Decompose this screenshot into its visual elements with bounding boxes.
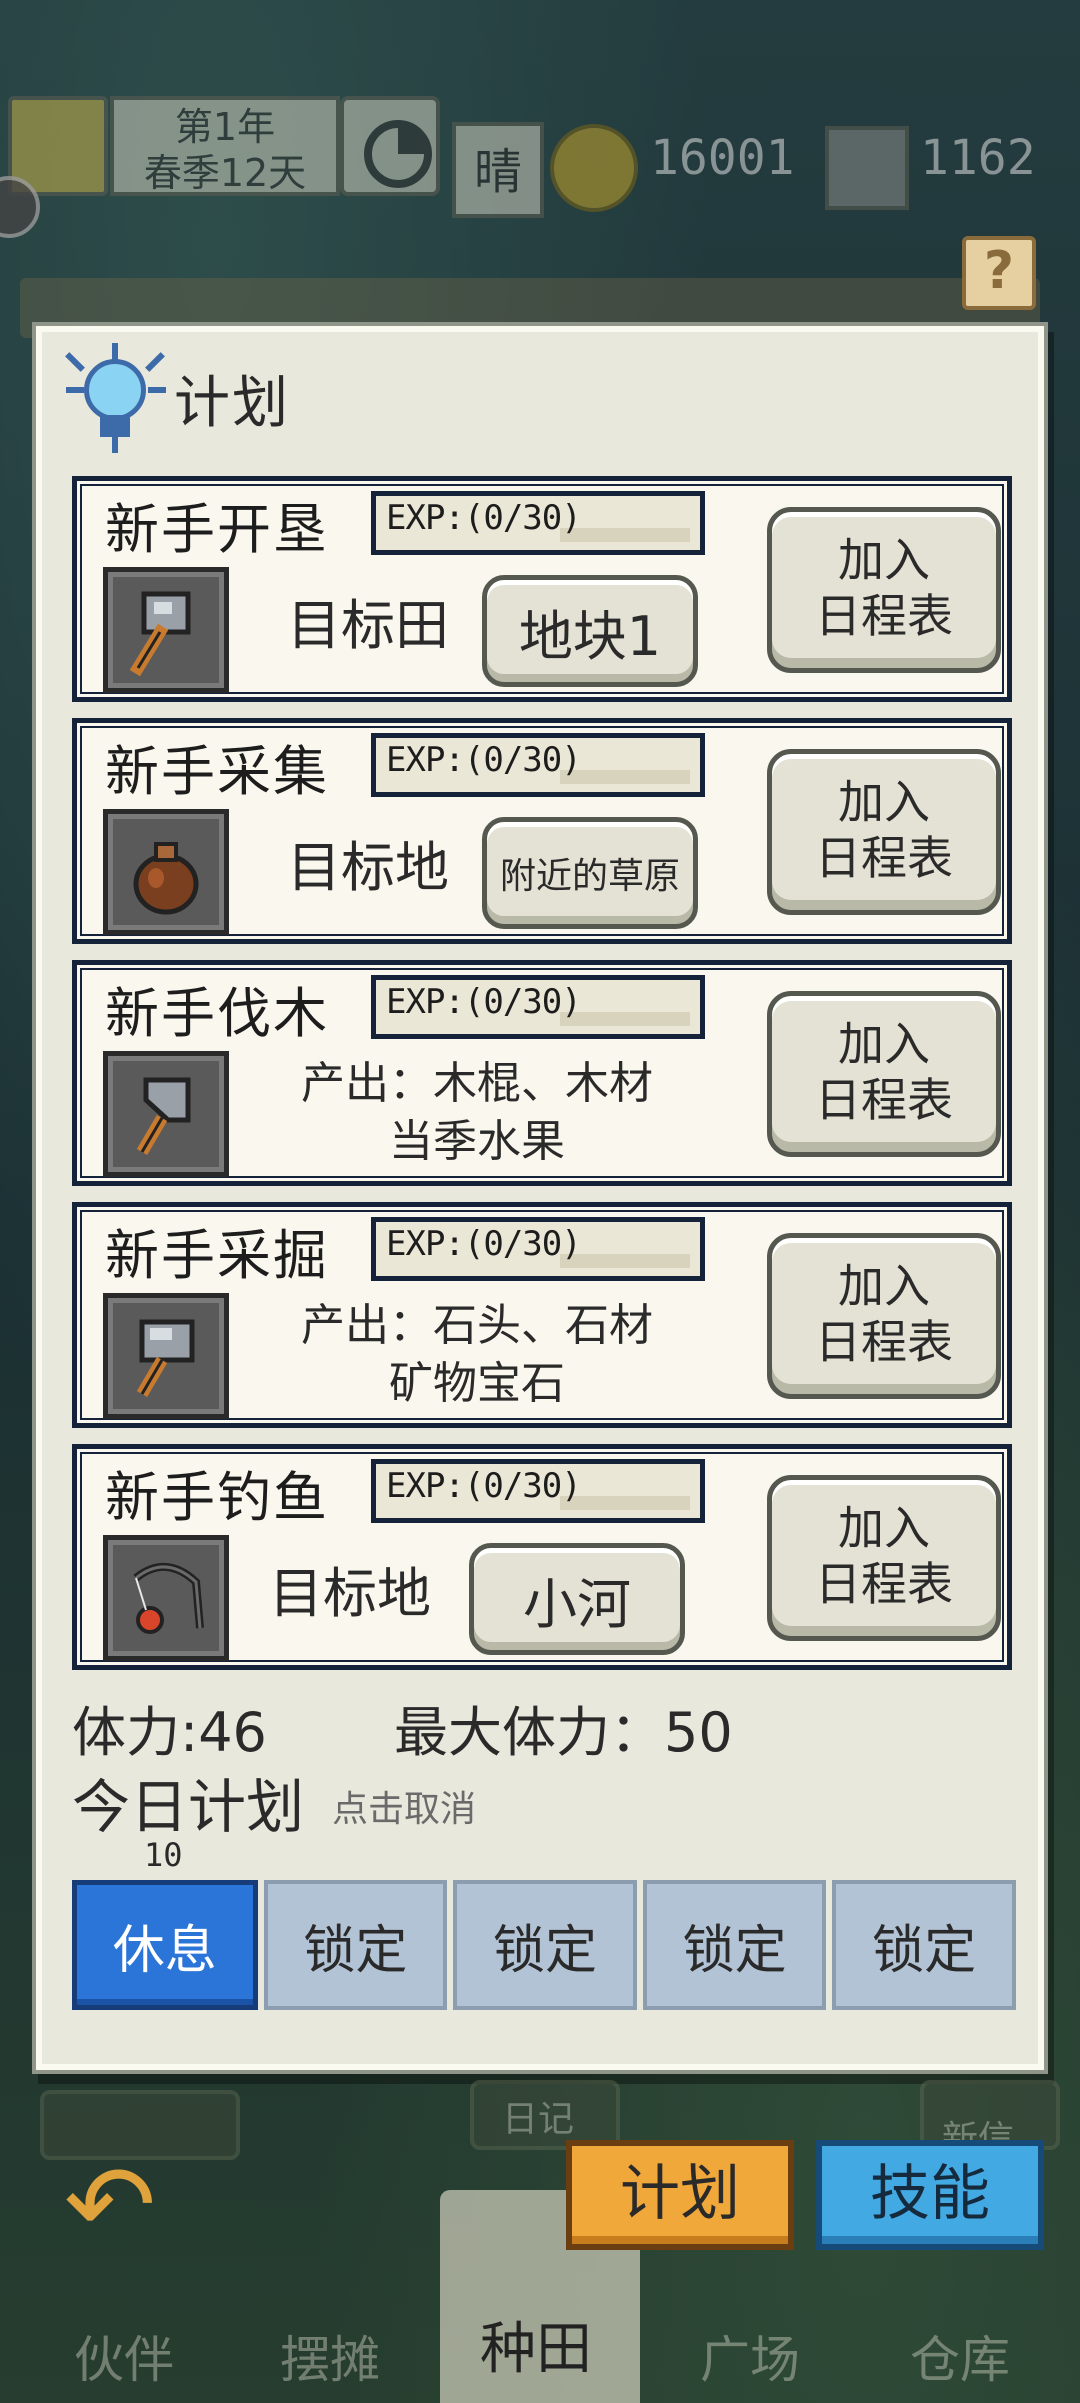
add-button-line1: 加入 bbox=[838, 1017, 930, 1071]
exp-bar: EXP:(0/30) bbox=[371, 491, 705, 555]
task-card: 新手伐木 EXP:(0/30) 产出：木棍、木材 当季水果 加入 日程表 bbox=[72, 960, 1012, 1186]
fishing-rod-icon bbox=[103, 1535, 229, 1661]
task-card: 新手钓鱼 EXP:(0/30) 目标地 小河 加入 日程表 bbox=[72, 1444, 1012, 1670]
diary-label: 日记 bbox=[502, 2099, 575, 2140]
exp-bar: EXP:(0/30) bbox=[371, 975, 705, 1039]
gem-count: 1162 bbox=[920, 130, 1036, 186]
sack-icon bbox=[103, 809, 229, 935]
skill-button[interactable]: 技能 bbox=[816, 2140, 1044, 2250]
exp-text: EXP:(0/30) bbox=[386, 1466, 582, 1506]
task-title: 新手开垦 bbox=[105, 498, 329, 561]
coin-count: 16001 bbox=[650, 130, 795, 186]
add-button-line1: 加入 bbox=[838, 1501, 930, 1555]
season-day-text: 春季12天 bbox=[143, 151, 307, 195]
today-plan-label: 今日计划 bbox=[72, 1773, 305, 1841]
tap-to-cancel-hint: 点击取消 bbox=[332, 1789, 477, 1830]
add-button-line2: 日程表 bbox=[815, 1315, 953, 1369]
schedule-slot-locked[interactable]: 锁定 bbox=[832, 1880, 1016, 2010]
target-select-button[interactable]: 地块1 bbox=[482, 575, 698, 687]
plaza-label[interactable]: 广场 bbox=[700, 2320, 800, 2392]
add-to-schedule-button[interactable]: 加入 日程表 bbox=[767, 991, 1001, 1157]
exp-text: EXP:(0/30) bbox=[386, 982, 582, 1022]
target-label: 目标田 bbox=[287, 594, 449, 657]
coin-icon bbox=[550, 124, 638, 212]
output-line2: 矿物宝石 bbox=[389, 1358, 565, 1409]
plan-panel: 计划 新手开垦 EXP:(0/30) 目标田 地块1 加入 日程表 新手采集 E… bbox=[36, 326, 1044, 2070]
target-label: 目标地 bbox=[287, 836, 449, 899]
add-button-line1: 加入 bbox=[838, 533, 930, 587]
add-to-schedule-button[interactable]: 加入 日程表 bbox=[767, 1475, 1001, 1641]
schedule-slot-locked[interactable]: 锁定 bbox=[642, 1880, 827, 2010]
gem-icon bbox=[825, 126, 909, 210]
add-button-line2: 日程表 bbox=[815, 589, 953, 643]
slot-cost: 10 bbox=[144, 1836, 183, 1874]
task-card: 新手采集 EXP:(0/30) 目标地 附近的草原 加入 日程表 bbox=[72, 718, 1012, 944]
add-to-schedule-button[interactable]: 加入 日程表 bbox=[767, 507, 1001, 673]
task-title: 新手伐木 bbox=[105, 982, 329, 1045]
schedule-slot-locked[interactable]: 锁定 bbox=[453, 1880, 637, 2010]
schedule-slot-locked[interactable]: 锁定 bbox=[263, 1880, 448, 2010]
warehouse-label[interactable]: 仓库 bbox=[910, 2320, 1010, 2392]
year-text: 第1年 bbox=[174, 105, 276, 149]
exp-text: EXP:(0/30) bbox=[386, 498, 582, 538]
add-button-line2: 日程表 bbox=[815, 1557, 953, 1611]
task-title: 新手钓鱼 bbox=[105, 1466, 329, 1529]
axe-icon bbox=[103, 1051, 229, 1177]
add-button-line1: 加入 bbox=[838, 775, 930, 829]
add-button-line2: 日程表 bbox=[815, 831, 953, 885]
stamina-text: 体力:46 bbox=[72, 1701, 267, 1764]
max-stamina-text: 最大体力：50 bbox=[394, 1701, 733, 1764]
hoe-icon bbox=[103, 567, 229, 693]
farm-label: 种田 bbox=[480, 2317, 592, 2382]
add-button-line1: 加入 bbox=[838, 1259, 930, 1313]
panel-header: 计划 bbox=[60, 343, 290, 453]
add-button-line2: 日程表 bbox=[815, 1073, 953, 1127]
exp-text: EXP:(0/30) bbox=[386, 740, 582, 780]
task-card: 新手开垦 EXP:(0/30) 目标田 地块1 加入 日程表 bbox=[72, 476, 1012, 702]
schedule-slots: 休息 锁定 锁定 锁定 锁定 bbox=[72, 1880, 1016, 2014]
schedule-slot-rest[interactable]: 休息 bbox=[72, 1880, 258, 2010]
add-to-schedule-button[interactable]: 加入 日程表 bbox=[767, 749, 1001, 915]
exp-bar: EXP:(0/30) bbox=[371, 733, 705, 797]
output-line1: 产出：木棍、木材 bbox=[301, 1058, 653, 1109]
task-card: 新手采掘 EXP:(0/30) 产出：石头、石材 矿物宝石 加入 日程表 bbox=[72, 1202, 1012, 1428]
clock-icon bbox=[340, 96, 440, 196]
output-line1: 产出：石头、石材 bbox=[301, 1300, 653, 1351]
plan-button[interactable]: 计划 bbox=[566, 2140, 794, 2250]
partner-label[interactable]: 伙伴 bbox=[74, 2320, 174, 2392]
date-display: 第1年 春季12天 bbox=[110, 96, 340, 196]
exp-text: EXP:(0/30) bbox=[386, 1224, 582, 1264]
lightbulb-icon bbox=[60, 343, 170, 453]
top-hud: 第1年 春季12天 晴 16001 1162 bbox=[0, 90, 1080, 218]
task-output: 产出：木棍、木材 当季水果 bbox=[267, 1055, 687, 1171]
output-line2: 当季水果 bbox=[389, 1116, 565, 1167]
exp-bar: EXP:(0/30) bbox=[371, 1459, 705, 1523]
target-label: 目标地 bbox=[269, 1562, 431, 1625]
weather-label: 晴 bbox=[452, 122, 544, 218]
undo-icon[interactable]: ↶ bbox=[64, 2150, 156, 2260]
task-output: 产出：石头、石材 矿物宝石 bbox=[267, 1297, 687, 1413]
stall-label[interactable]: 摆摊 bbox=[280, 2320, 380, 2392]
add-to-schedule-button[interactable]: 加入 日程表 bbox=[767, 1233, 1001, 1399]
task-title: 新手采集 bbox=[105, 740, 329, 803]
exp-bar: EXP:(0/30) bbox=[371, 1217, 705, 1281]
task-title: 新手采掘 bbox=[105, 1224, 329, 1287]
target-select-button[interactable]: 小河 bbox=[469, 1543, 685, 1655]
target-select-button[interactable]: 附近的草原 bbox=[482, 817, 698, 929]
hammer-icon bbox=[103, 1293, 229, 1419]
help-button[interactable]: ? bbox=[962, 236, 1036, 310]
panel-title: 计划 bbox=[174, 370, 290, 436]
